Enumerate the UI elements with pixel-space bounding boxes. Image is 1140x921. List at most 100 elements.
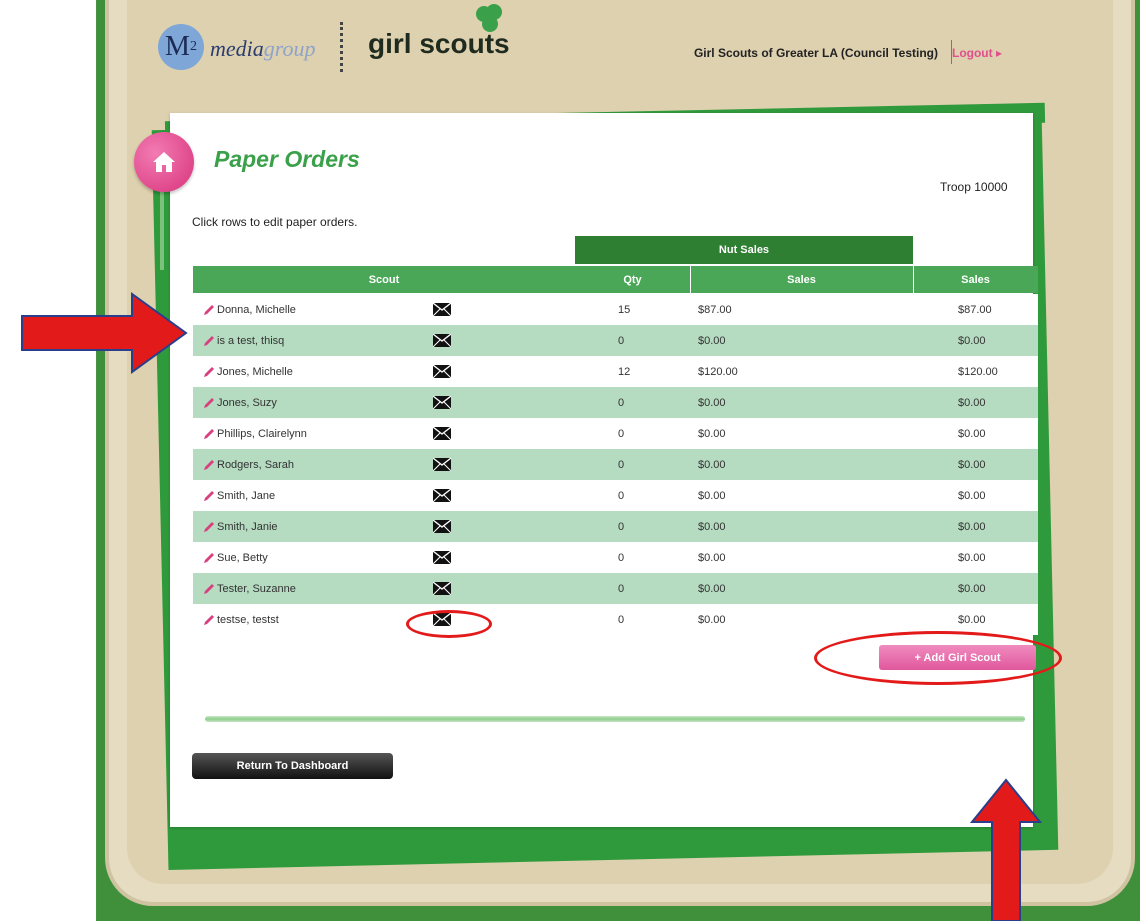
scout-name: Rodgers, Sarah	[217, 458, 295, 471]
qty-cell: 15	[618, 303, 631, 316]
pencil-icon[interactable]	[202, 573, 216, 604]
total-sales-cell: $120.00	[958, 365, 998, 378]
envelope-icon[interactable]	[433, 511, 451, 542]
total-sales-cell: $0.00	[958, 334, 986, 347]
nut-sales-cell: $0.00	[698, 551, 726, 564]
home-stick	[160, 190, 164, 270]
annotation-circle-email	[406, 610, 492, 638]
envelope-icon[interactable]	[433, 449, 451, 480]
col-header-scout[interactable]: Scout	[193, 266, 575, 293]
scout-name: Jones, Michelle	[217, 365, 293, 378]
nut-sales-cell: $0.00	[698, 520, 726, 533]
scout-name: Sue, Betty	[217, 551, 268, 564]
nut-sales-cell: $0.00	[698, 427, 726, 440]
pencil-icon[interactable]	[202, 511, 216, 542]
nut-sales-cell: $0.00	[698, 458, 726, 471]
home-button[interactable]	[134, 132, 194, 192]
envelope-icon[interactable]	[433, 418, 451, 449]
qty-cell: 0	[618, 489, 625, 502]
scout-name: Phillips, Clairelynn	[217, 427, 307, 440]
envelope-icon[interactable]	[433, 325, 451, 356]
envelope-icon[interactable]	[433, 356, 451, 387]
envelope-icon[interactable]	[433, 294, 451, 325]
table-row[interactable]: Sue, Betty 0 $0.00 $0.00	[193, 542, 1038, 573]
pencil-icon[interactable]	[202, 480, 216, 511]
qty-cell: 0	[618, 396, 625, 409]
page-title: Paper Orders	[214, 146, 360, 172]
qty-cell: 0	[618, 334, 625, 347]
qty-cell: 0	[618, 582, 625, 595]
table-row[interactable]: Donna, Michelle 15 $87.00 $87.00	[193, 294, 1038, 325]
qty-cell: 0	[618, 458, 625, 471]
nut-sales-cell: $87.00	[698, 303, 732, 316]
pencil-icon[interactable]	[202, 356, 216, 387]
return-to-dashboard-button[interactable]: Return To Dashboard	[192, 753, 393, 779]
table-row[interactable]: Tester, Suzanne 0 $0.00 $0.00	[193, 573, 1038, 604]
total-sales-cell: $0.00	[958, 427, 986, 440]
scout-name: Tester, Suzanne	[217, 582, 296, 595]
table-row[interactable]: Jones, Suzy 0 $0.00 $0.00	[193, 387, 1038, 418]
total-sales-cell: $0.00	[958, 582, 986, 595]
scout-name: testse, testst	[217, 613, 279, 626]
table-row[interactable]: Smith, Janie 0 $0.00 $0.00	[193, 511, 1038, 542]
qty-cell: 0	[618, 520, 625, 533]
pencil-icon[interactable]	[202, 418, 216, 449]
pencil-icon[interactable]	[202, 604, 216, 635]
section-divider	[205, 716, 1025, 722]
pencil-icon[interactable]	[202, 325, 216, 356]
nut-sales-cell: $0.00	[698, 489, 726, 502]
header: M2 mediagroup girl scouts Girl Scouts of…	[150, 4, 1050, 80]
instruction-text: Click rows to edit paper orders.	[192, 215, 358, 229]
qty-cell: 0	[618, 613, 625, 626]
scout-name: Jones, Suzy	[217, 396, 277, 409]
nut-sales-cell: $0.00	[698, 613, 726, 626]
scout-name: is a test, thisq	[217, 334, 285, 347]
m2-logo[interactable]: M2	[158, 24, 204, 70]
table-row[interactable]: Jones, Michelle 12 $120.00 $120.00	[193, 356, 1038, 387]
table-row[interactable]: Smith, Jane 0 $0.00 $0.00	[193, 480, 1038, 511]
media-group-logo-text: mediagroup	[210, 36, 316, 61]
envelope-icon[interactable]	[433, 542, 451, 573]
col-header-qty[interactable]: Qty	[575, 266, 690, 293]
pencil-icon[interactable]	[202, 294, 216, 325]
nut-sales-cell: $0.00	[698, 334, 726, 347]
total-sales-cell: $0.00	[958, 551, 986, 564]
trefoil-icon	[476, 4, 502, 32]
home-icon	[153, 152, 175, 172]
total-sales-cell: $0.00	[958, 520, 986, 533]
total-sales-cell: $0.00	[958, 458, 986, 471]
troop-label: Troop 10000	[940, 180, 1008, 194]
table-row[interactable]: is a test, thisq 0 $0.00 $0.00	[193, 325, 1038, 356]
envelope-icon[interactable]	[433, 480, 451, 511]
table-body: Donna, Michelle 15 $87.00 $87.00 is a test, …	[193, 294, 1038, 635]
col-header-total-sales[interactable]: Sales	[913, 266, 1038, 293]
scout-name: Smith, Janie	[217, 520, 278, 533]
qty-cell: 0	[618, 551, 625, 564]
table-row[interactable]: Phillips, Clairelynn 0 $0.00 $0.00	[193, 418, 1038, 449]
table-row[interactable]: Rodgers, Sarah 0 $0.00 $0.00	[193, 449, 1038, 480]
nut-sales-cell: $120.00	[698, 365, 738, 378]
logo-divider	[340, 22, 343, 72]
scout-name: Smith, Jane	[217, 489, 276, 502]
annotation-arrow-right-icon	[21, 292, 188, 374]
annotation-circle-add-scout	[814, 631, 1062, 685]
scout-name: Donna, Michelle	[217, 303, 296, 316]
nut-sales-cell: $0.00	[698, 582, 726, 595]
logout-link[interactable]: Logout ▸	[952, 46, 1002, 60]
council-name: Girl Scouts of Greater LA (Council Testi…	[693, 46, 938, 60]
qty-cell: 0	[618, 427, 625, 440]
qty-cell: 12	[618, 365, 631, 378]
nut-sales-group-header: Nut Sales	[575, 236, 913, 264]
pencil-icon[interactable]	[202, 542, 216, 573]
envelope-icon[interactable]	[433, 573, 451, 604]
total-sales-cell: $87.00	[958, 303, 992, 316]
pencil-icon[interactable]	[202, 449, 216, 480]
annotation-arrow-up-icon	[970, 778, 1042, 921]
total-sales-cell: $0.00	[958, 613, 986, 626]
table-row[interactable]: testse, testst 0 $0.00 $0.00	[193, 604, 1038, 635]
col-header-nut-sales[interactable]: Sales	[690, 266, 913, 293]
total-sales-cell: $0.00	[958, 396, 986, 409]
total-sales-cell: $0.00	[958, 489, 986, 502]
envelope-icon[interactable]	[433, 387, 451, 418]
pencil-icon[interactable]	[202, 387, 216, 418]
